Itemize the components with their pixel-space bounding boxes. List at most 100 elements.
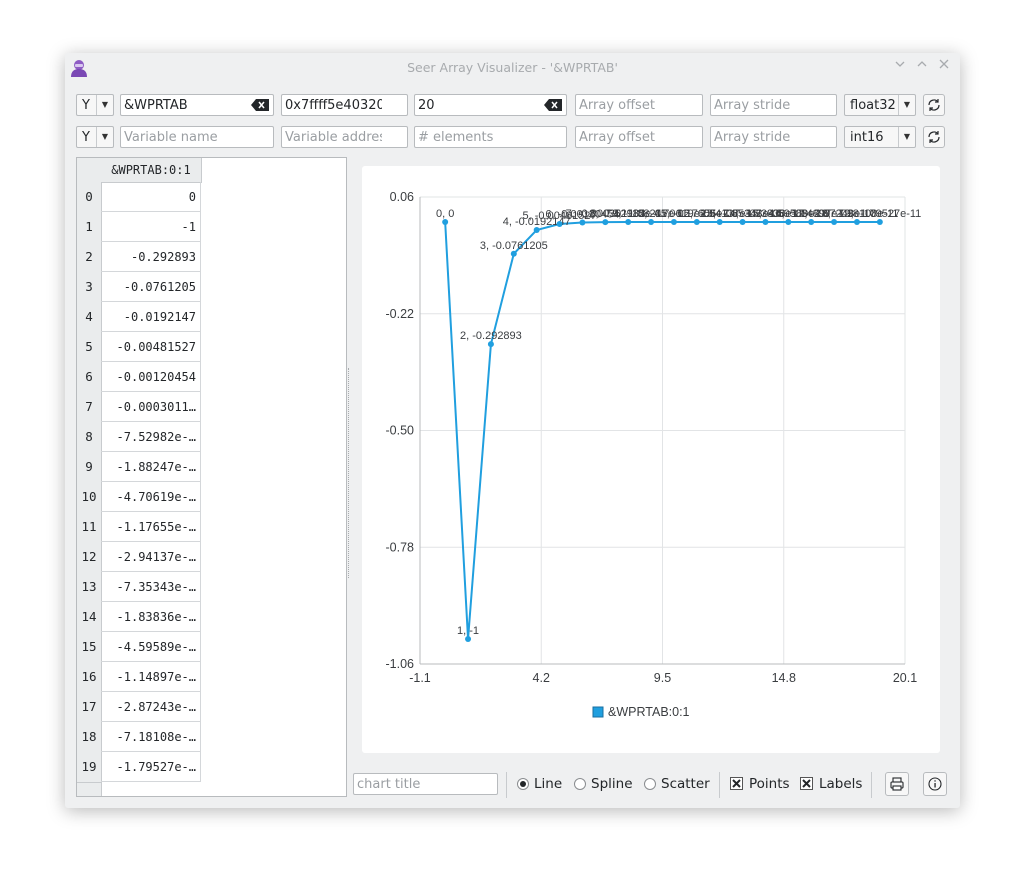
- array-values-table[interactable]: &WPRTAB:0:1 0 0 1 -1 2 -0.292893 3 -0.0761205 4-…: [76, 157, 347, 797]
- table-cell[interactable]: -1.88247e-…: [101, 452, 201, 482]
- column-header[interactable]: &WPRTAB:0:1: [101, 158, 202, 183]
- variable-name-field-1[interactable]: [120, 94, 274, 116]
- row-header[interactable]: 5: [77, 332, 102, 363]
- row-header[interactable]: 8: [77, 422, 102, 453]
- array-stride-input-1[interactable]: [714, 96, 811, 114]
- array-offset-input-1[interactable]: [579, 96, 677, 114]
- table-cell[interactable]: -1.14897e-…: [101, 662, 201, 692]
- variable-address-input-1[interactable]: [285, 96, 382, 114]
- row-header[interactable]: 18: [77, 722, 102, 753]
- table-cell[interactable]: -0.0003011…: [101, 392, 201, 422]
- point-label: 19, -1.79527e-11: [838, 208, 921, 220]
- table-corner-button[interactable]: [77, 158, 102, 183]
- variable-address-field-1[interactable]: [281, 94, 408, 116]
- spline-radio-label[interactable]: Spline: [591, 776, 633, 792]
- row-header[interactable]: 14: [77, 602, 102, 633]
- print-button[interactable]: [885, 772, 909, 796]
- table-cell[interactable]: 0: [101, 182, 201, 212]
- line-radio-label[interactable]: Line: [534, 776, 562, 792]
- row-header[interactable]: 4: [77, 302, 102, 333]
- variable-address-field-2[interactable]: [281, 126, 408, 148]
- row-header[interactable]: 15: [77, 632, 102, 663]
- table-cell[interactable]: -1.79527e-…: [101, 752, 201, 782]
- clear-text-icon[interactable]: [251, 99, 269, 111]
- variable-name-field-2[interactable]: [120, 126, 274, 148]
- x-tick-label: 14.8: [772, 671, 796, 685]
- elements-field-2[interactable]: [414, 126, 567, 148]
- points-checkbox-label[interactable]: Points: [749, 776, 790, 792]
- data-type-selector-1[interactable]: float32 ▼: [844, 94, 916, 116]
- table-cell[interactable]: -7.18108e-…: [101, 722, 201, 752]
- variable-name-input-1[interactable]: [124, 96, 248, 114]
- elements-field-1[interactable]: [414, 94, 567, 116]
- row-header[interactable]: 19: [77, 752, 102, 783]
- array-offset-field-2[interactable]: [575, 126, 703, 148]
- row-header[interactable]: 13: [77, 572, 102, 603]
- table-cell[interactable]: -0.0761205: [101, 272, 201, 302]
- data-type-selector-2[interactable]: int16 ▼: [844, 126, 916, 148]
- row-header[interactable]: 7: [77, 392, 102, 423]
- row-header[interactable]: 12: [77, 542, 102, 573]
- x-tick-label: 9.5: [654, 671, 671, 685]
- array-offset-field-1[interactable]: [575, 94, 703, 116]
- array-stride-field-2[interactable]: [710, 126, 837, 148]
- table-cell[interactable]: -2.87243e-…: [101, 692, 201, 722]
- elements-input-1[interactable]: [418, 96, 541, 114]
- title-bar[interactable]: Seer Array Visualizer - '&WPRTAB': [65, 53, 960, 83]
- table-cell[interactable]: -1.83836e-…: [101, 602, 201, 632]
- scatter-radio[interactable]: [644, 778, 656, 790]
- row-header[interactable]: 1: [77, 212, 102, 243]
- scatter-radio-label[interactable]: Scatter: [661, 776, 710, 792]
- axis-selector-1[interactable]: Y ▼: [76, 94, 114, 116]
- labels-checkbox-label[interactable]: Labels: [819, 776, 862, 792]
- row-header[interactable]: 16: [77, 662, 102, 693]
- table-cell[interactable]: -2.94137e-…: [101, 542, 201, 572]
- variable-name-input-2[interactable]: [124, 128, 248, 146]
- table-cell[interactable]: -0.00481527: [101, 332, 201, 362]
- table-cell[interactable]: -4.70619e-…: [101, 482, 201, 512]
- row-header[interactable]: 3: [77, 272, 102, 303]
- table-cell[interactable]: -4.59589e-…: [101, 632, 201, 662]
- table-cell[interactable]: -1: [101, 212, 201, 242]
- elements-input-2[interactable]: [418, 128, 541, 146]
- table-cell[interactable]: -0.292893: [101, 242, 201, 272]
- check-mark-icon: [732, 779, 741, 788]
- row-header[interactable]: 10: [77, 482, 102, 513]
- info-button[interactable]: [923, 772, 947, 796]
- table-cell[interactable]: -7.35343e-…: [101, 572, 201, 602]
- table-cell[interactable]: -7.52982e-…: [101, 422, 201, 452]
- array-stride-field-1[interactable]: [710, 94, 837, 116]
- minimize-button[interactable]: [891, 58, 909, 76]
- legend-label: &WPRTAB:0:1: [608, 705, 690, 719]
- chart-options-bar: Line Spline Scatter Points Labels: [353, 772, 953, 798]
- row-header[interactable]: 6: [77, 362, 102, 393]
- chevron-down-icon: ▼: [96, 127, 113, 147]
- refresh-button-1[interactable]: [923, 94, 945, 116]
- row-header-filler: [77, 782, 102, 796]
- splitter-handle[interactable]: [348, 368, 351, 578]
- row-header[interactable]: 11: [77, 512, 102, 543]
- row-header[interactable]: 2: [77, 242, 102, 273]
- table-cell[interactable]: -0.00120454: [101, 362, 201, 392]
- axis-selector-2[interactable]: Y ▼: [76, 126, 114, 148]
- labels-checkbox[interactable]: [800, 777, 813, 790]
- array-offset-input-2[interactable]: [579, 128, 677, 146]
- clear-text-icon[interactable]: [544, 99, 562, 111]
- row-header[interactable]: 0: [77, 182, 102, 213]
- array-stride-input-2[interactable]: [714, 128, 811, 146]
- chart-title-field[interactable]: [353, 773, 498, 795]
- close-button[interactable]: [935, 58, 953, 76]
- chevron-down-icon: ▼: [96, 95, 113, 115]
- chart-title-input[interactable]: [357, 775, 472, 793]
- row-header[interactable]: 17: [77, 692, 102, 723]
- variable-address-input-2[interactable]: [285, 128, 382, 146]
- spline-radio[interactable]: [574, 778, 586, 790]
- row-header[interactable]: 9: [77, 452, 102, 483]
- maximize-button[interactable]: [913, 58, 931, 76]
- points-checkbox[interactable]: [730, 777, 743, 790]
- refresh-button-2[interactable]: [923, 126, 945, 148]
- y-tick-label: -0.50: [386, 424, 415, 438]
- table-cell[interactable]: -0.0192147: [101, 302, 201, 332]
- line-radio[interactable]: [517, 778, 529, 790]
- table-cell[interactable]: -1.17655e-…: [101, 512, 201, 542]
